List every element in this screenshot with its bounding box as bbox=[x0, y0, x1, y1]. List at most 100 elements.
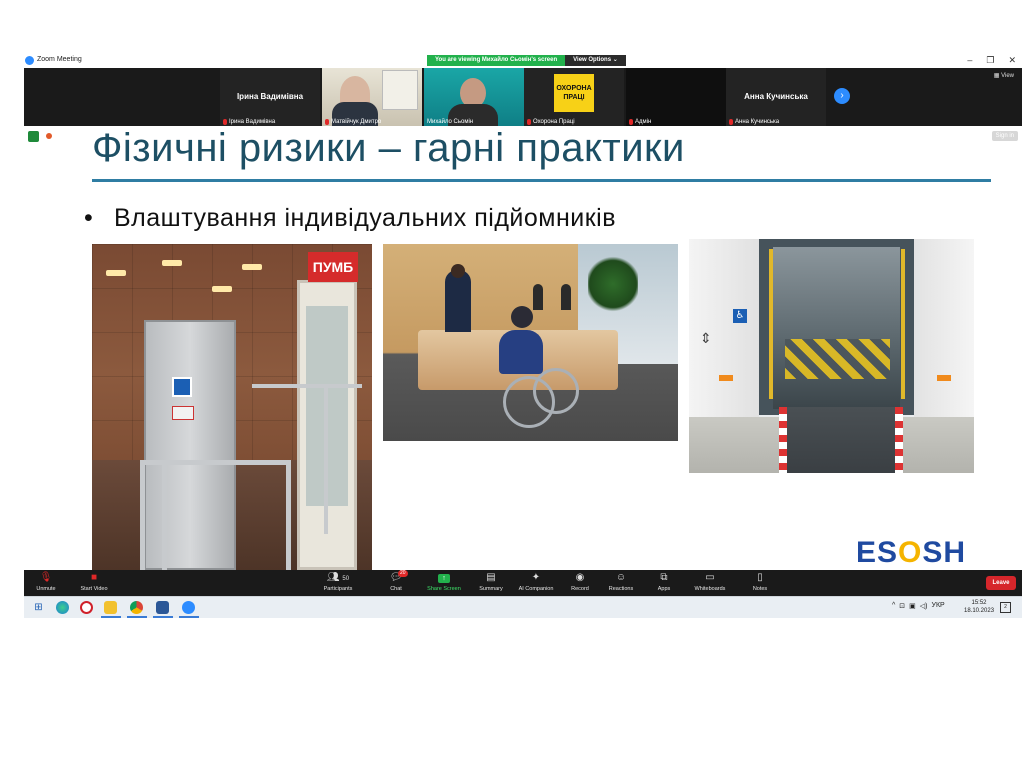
taskbar-clock[interactable]: 15:52 18.10.2023 bbox=[964, 599, 994, 615]
photo-reception bbox=[383, 244, 678, 441]
mic-off-icon bbox=[729, 119, 733, 125]
participant-tag: Адмін bbox=[629, 119, 651, 125]
windows-taskbar: ⊞ ^ ⊡ ▣ ◁) УКР 15:52 18.10.2023 2 bbox=[24, 596, 1022, 618]
active-indicator bbox=[179, 616, 199, 618]
view-label: View bbox=[1001, 73, 1014, 79]
record-indicator-icon bbox=[46, 133, 52, 139]
toolbar-label: AI Companion bbox=[518, 586, 554, 592]
reactions-button[interactable]: ☺ Reactions bbox=[606, 571, 636, 595]
start-video-button[interactable]: ■ Start Video bbox=[76, 571, 112, 595]
zoom-titlebar: Zoom Meeting You are viewing Михайло Сьо… bbox=[24, 54, 1022, 68]
viewing-banner: You are viewing Михайло Сьомін's screen … bbox=[427, 55, 626, 66]
handrail-pole bbox=[901, 249, 905, 399]
minimize-button[interactable]: – bbox=[967, 54, 972, 67]
participant-tile[interactable]: Матвійчук Дмитро bbox=[322, 68, 422, 126]
unmute-button[interactable]: 🎙︎ Unmute bbox=[32, 571, 60, 595]
whiteboards-icon: ▭ bbox=[705, 572, 715, 583]
participant-tile[interactable]: Адмін bbox=[626, 68, 726, 126]
participants-icon: 👥︎ 50 bbox=[326, 572, 350, 583]
slide-title: Фізичні ризики – гарні практики bbox=[92, 126, 685, 170]
system-tray: ^ ⊡ ▣ ◁) УКР bbox=[892, 602, 945, 610]
notes-button[interactable]: ▯ Notes bbox=[748, 571, 772, 595]
participant-tag: Михайло Сьомін bbox=[427, 119, 473, 125]
participant-poster: ОХОРОНА ПРАЦІ bbox=[554, 74, 594, 112]
apps-icon: ⧉ bbox=[660, 572, 668, 583]
view-options-label: View Options bbox=[573, 57, 612, 63]
participant-tag-label: Матвійчук Дмитро bbox=[331, 119, 382, 125]
grid-icon: ▦ bbox=[993, 73, 1000, 79]
bus-body-left bbox=[689, 239, 759, 417]
chevron-up-icon[interactable]: ^ bbox=[892, 602, 895, 610]
maximize-button[interactable]: ❐ bbox=[986, 54, 994, 67]
handrail bbox=[162, 460, 167, 570]
whiteboards-button[interactable]: ▭ Whiteboards bbox=[690, 571, 730, 595]
wheelchair-user-head bbox=[511, 306, 533, 328]
record-button[interactable]: ◉ Record bbox=[568, 571, 592, 595]
handrail bbox=[324, 384, 328, 534]
participant-tag: Матвійчук Дмитро bbox=[325, 119, 381, 125]
toolbar-label: Summary bbox=[479, 586, 503, 592]
bullet-mark: • bbox=[84, 204, 94, 232]
background-person bbox=[561, 284, 571, 310]
gallery-next-button[interactable]: › bbox=[834, 88, 850, 104]
notifications-icon[interactable]: 2 bbox=[1000, 602, 1011, 613]
shared-screen: Sign in Фізичні ризики – гарні практики … bbox=[24, 126, 1022, 570]
apps-button[interactable]: ⧉ Apps bbox=[652, 571, 676, 595]
chrome-icon[interactable] bbox=[130, 601, 143, 614]
participant-tag: Анна Кучинська bbox=[729, 119, 779, 125]
edge-icon[interactable] bbox=[56, 601, 69, 614]
participants-button[interactable]: 👥︎ 50 Participants bbox=[318, 571, 358, 595]
ceiling-light bbox=[242, 264, 262, 270]
platform-lift bbox=[144, 320, 236, 570]
handrail bbox=[252, 384, 362, 388]
share-screen-button[interactable]: ↑ Share Screen bbox=[424, 571, 464, 595]
participant-tile[interactable]: Михайло Сьомін bbox=[424, 68, 524, 126]
toolbar-label: Record bbox=[571, 586, 589, 592]
chat-badge: 20 bbox=[398, 570, 408, 577]
file-explorer-icon[interactable] bbox=[104, 601, 117, 614]
ceiling-light bbox=[212, 286, 232, 292]
participants-count: 50 bbox=[342, 576, 350, 582]
shield-icon[interactable] bbox=[28, 131, 39, 142]
view-options-button[interactable]: View Options ⌄ bbox=[565, 55, 626, 66]
receptionist bbox=[445, 270, 471, 332]
active-indicator bbox=[153, 616, 173, 618]
bus-body-right bbox=[914, 239, 974, 417]
word-icon[interactable] bbox=[156, 601, 169, 614]
participant-tile[interactable]: Ірина Вадимівна Ірина Вадимівна bbox=[220, 68, 320, 126]
participant-tag-label: Охорона Праці bbox=[533, 119, 575, 125]
close-button[interactable]: ✕ bbox=[1008, 54, 1016, 67]
leave-button[interactable]: Leave bbox=[986, 576, 1016, 590]
logo-text: O bbox=[898, 536, 923, 569]
handrail bbox=[286, 460, 291, 570]
zoom-taskbar-icon[interactable] bbox=[182, 601, 195, 614]
wheelchair-wheel bbox=[533, 368, 579, 414]
toolbar-label: Participants bbox=[323, 586, 353, 592]
clock-date: 18.10.2023 bbox=[964, 608, 995, 614]
window-title: Zoom Meeting bbox=[37, 56, 82, 63]
windows-start-icon[interactable]: ⊞ bbox=[32, 601, 45, 614]
ai-companion-button[interactable]: ✦ AI Companion bbox=[514, 571, 558, 595]
sign-in-button[interactable]: Sign in bbox=[991, 131, 1018, 141]
opera-icon[interactable] bbox=[80, 601, 93, 614]
battery-icon[interactable]: ▣ bbox=[909, 602, 916, 610]
network-icon[interactable]: ⊡ bbox=[899, 602, 905, 610]
window-controls: – ❐ ✕ bbox=[967, 54, 1016, 67]
participant-gallery: Ірина Вадимівна Ірина Вадимівна Матвійчу… bbox=[24, 68, 1022, 126]
participant-tile[interactable]: ОХОРОНА ПРАЦІ Охорона Праці bbox=[524, 68, 624, 126]
ceiling-light bbox=[162, 260, 182, 266]
video-off-icon: ■ bbox=[90, 572, 98, 583]
participant-tile[interactable]: Анна Кучинська Анна Кучинська bbox=[726, 68, 826, 126]
resize-cursor-icon: ⇕ bbox=[700, 330, 712, 346]
esosh-logo: ESOSH bbox=[856, 536, 966, 570]
toolbar-label: Share Screen bbox=[427, 586, 461, 592]
volume-icon[interactable]: ◁) bbox=[920, 602, 928, 610]
view-button[interactable]: ▦ View bbox=[994, 72, 1014, 79]
reactions-icon: ☺ bbox=[615, 572, 627, 583]
viewing-message: You are viewing Михайло Сьомін's screen bbox=[427, 55, 566, 66]
participant-name: Ірина Вадимівна bbox=[236, 92, 304, 101]
ceiling-light bbox=[106, 270, 126, 276]
language-indicator[interactable]: УКР bbox=[932, 602, 945, 610]
active-indicator bbox=[101, 616, 121, 618]
summary-button[interactable]: ▤ Summary bbox=[476, 571, 506, 595]
